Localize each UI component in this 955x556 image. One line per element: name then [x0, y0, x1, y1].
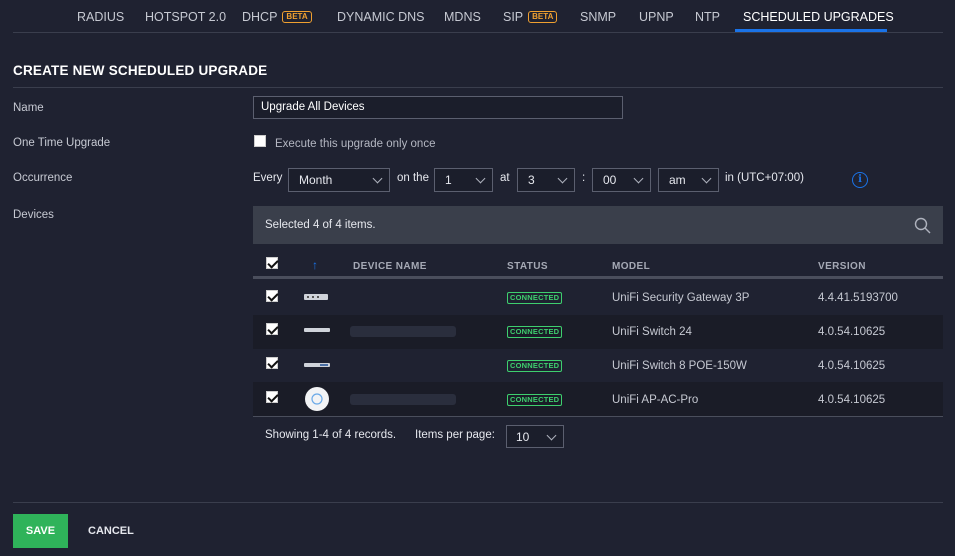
table-bottom-divider — [253, 416, 943, 417]
column-version[interactable]: VERSION — [818, 261, 866, 272]
tab-upnp[interactable]: UPNP — [639, 10, 674, 24]
hour-value: 3 — [528, 173, 535, 187]
access-point-device-icon — [305, 387, 329, 411]
name-input[interactable]: Upgrade All Devices — [253, 96, 623, 119]
every-label: Every — [253, 172, 283, 184]
table-row[interactable]: CONNECTED UniFi Switch 24 4.0.54.10625 — [253, 315, 943, 349]
page-title: CREATE NEW SCHEDULED UPGRADE — [13, 63, 268, 78]
chevron-down-icon — [557, 173, 568, 184]
on-the-label: on the — [397, 172, 429, 184]
table-row[interactable]: CONNECTED UniFi Switch 8 POE-150W 4.0.54… — [253, 349, 943, 383]
tab-mdns[interactable]: MDNS — [444, 10, 481, 24]
time-colon: : — [582, 172, 586, 184]
tab-radius[interactable]: RADIUS — [77, 10, 124, 24]
switch-device-icon — [304, 328, 330, 332]
one-time-checkbox-label: Execute this upgrade only once — [275, 138, 436, 150]
settings-tab-bar: RADIUS HOTSPOT 2.0 DHCP BETA DYNAMIC DNS … — [13, 0, 943, 33]
pagination-summary: Showing 1-4 of 4 records. — [265, 429, 397, 441]
cancel-button[interactable]: CANCEL — [80, 514, 142, 548]
items-per-page-label: Items per page: — [415, 429, 495, 441]
column-device-name[interactable]: DEVICE NAME — [353, 261, 427, 272]
row-checkbox[interactable] — [266, 290, 278, 302]
device-version: 4.0.54.10625 — [818, 394, 886, 406]
row-checkbox[interactable] — [266, 391, 278, 403]
save-button[interactable]: SAVE — [13, 514, 68, 548]
ampm-select[interactable]: am — [658, 168, 719, 192]
chevron-down-icon — [372, 173, 383, 184]
select-all-checkbox[interactable] — [266, 257, 278, 269]
tab-label: DHCP — [242, 10, 278, 24]
tab-ntp[interactable]: NTP — [695, 10, 720, 24]
column-model[interactable]: MODEL — [612, 261, 650, 272]
hour-select[interactable]: 3 — [517, 168, 575, 192]
chevron-down-icon — [633, 173, 644, 184]
status-badge: CONNECTED — [507, 326, 563, 338]
device-search-bar[interactable]: Selected 4 of 4 items. — [253, 206, 943, 244]
frequency-select[interactable]: Month — [288, 168, 390, 192]
table-row[interactable]: CONNECTED UniFi AP-AC-Pro 4.0.54.10625 — [253, 382, 943, 416]
chevron-down-icon — [701, 173, 712, 184]
device-version: 4.0.54.10625 — [818, 360, 886, 372]
row-checkbox[interactable] — [266, 323, 278, 335]
active-tab-indicator — [735, 29, 887, 32]
day-select[interactable]: 1 — [434, 168, 493, 192]
poe-switch-device-icon — [304, 363, 330, 367]
selection-summary: Selected 4 of 4 items. — [265, 219, 376, 231]
occurrence-label: Occurrence — [13, 172, 73, 184]
at-label: at — [500, 172, 510, 184]
one-time-label: One Time Upgrade — [13, 137, 111, 149]
row-checkbox[interactable] — [266, 357, 278, 369]
devices-label: Devices — [13, 209, 54, 221]
items-per-page-value: 10 — [516, 430, 530, 444]
gateway-device-icon — [304, 294, 328, 300]
device-version: 4.0.54.10625 — [818, 326, 886, 338]
device-model: UniFi AP-AC-Pro — [612, 394, 699, 406]
chevron-down-icon — [546, 430, 557, 441]
day-value: 1 — [445, 173, 452, 187]
one-time-checkbox[interactable] — [254, 135, 266, 147]
tab-dynamic-dns[interactable]: DYNAMIC DNS — [337, 10, 425, 24]
info-icon[interactable]: i — [852, 172, 868, 188]
device-version: 4.4.41.5193700 — [818, 292, 898, 304]
chevron-down-icon — [475, 173, 486, 184]
device-model: UniFi Switch 24 — [612, 326, 692, 338]
status-badge: CONNECTED — [507, 360, 563, 372]
device-model: UniFi Switch 8 POE-150W — [612, 360, 747, 372]
minute-select[interactable]: 00 — [592, 168, 651, 192]
beta-badge: BETA — [528, 11, 558, 23]
search-icon[interactable] — [914, 217, 931, 234]
divider — [13, 87, 943, 88]
tab-hotspot[interactable]: HOTSPOT 2.0 — [145, 10, 226, 24]
status-badge: CONNECTED — [507, 292, 563, 304]
device-model: UniFi Security Gateway 3P — [612, 292, 750, 304]
tab-label: SIP — [503, 10, 524, 24]
frequency-value: Month — [299, 173, 333, 187]
timezone-label: in (UTC+07:00) — [725, 172, 804, 184]
ampm-value: am — [669, 173, 686, 187]
redacted-device-name — [350, 394, 456, 405]
column-status[interactable]: STATUS — [507, 261, 548, 272]
minute-value: 00 — [603, 173, 617, 187]
footer-divider — [13, 502, 943, 503]
status-badge: CONNECTED — [507, 394, 563, 406]
redacted-device-name — [350, 326, 456, 337]
beta-badge: BETA — [282, 11, 312, 23]
table-header-divider — [253, 276, 943, 279]
sort-arrow-icon[interactable]: ↑ — [312, 258, 318, 272]
name-label: Name — [13, 102, 44, 114]
tab-sip[interactable]: SIP BETA — [503, 10, 558, 24]
tab-dhcp[interactable]: DHCP BETA — [242, 10, 312, 24]
tab-scheduled-upgrades[interactable]: SCHEDULED UPGRADES — [743, 10, 894, 24]
table-row[interactable]: CONNECTED UniFi Security Gateway 3P 4.4.… — [253, 281, 943, 315]
tab-snmp[interactable]: SNMP — [580, 10, 616, 24]
items-per-page-select[interactable]: 10 — [506, 425, 564, 448]
